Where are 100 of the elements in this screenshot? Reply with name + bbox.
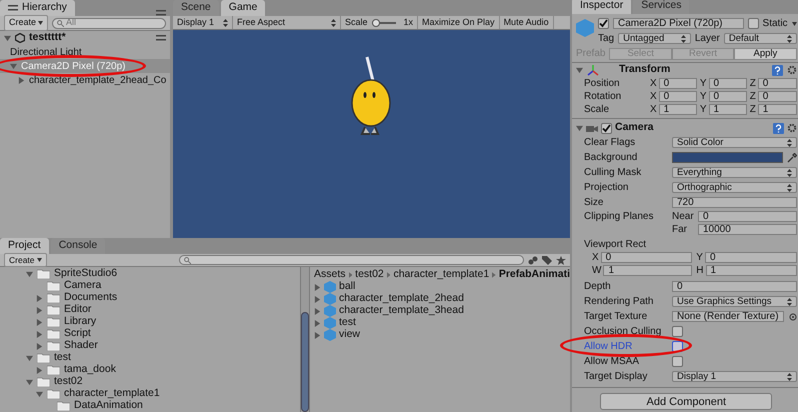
- expanded-arrow-icon[interactable]: [576, 66, 583, 74]
- scrollbar[interactable]: [300, 267, 310, 412]
- toolbar-toggle[interactable]: Mute Audio: [500, 16, 554, 30]
- scene-name[interactable]: testtttt*: [29, 30, 66, 46]
- value-field[interactable]: 0: [600, 252, 692, 263]
- property-label: Allow MSAA: [584, 355, 640, 369]
- property-label: Scale: [584, 103, 610, 117]
- value-field[interactable]: 10000: [698, 224, 797, 235]
- menu-icon[interactable]: [156, 35, 166, 41]
- folder-icon: [47, 365, 60, 375]
- cube-icon: [576, 19, 594, 37]
- aspect-dropdown[interactable]: Free Aspect: [233, 16, 341, 30]
- help-icon[interactable]: [772, 122, 784, 134]
- panel-tab[interactable]: Services: [633, 0, 690, 14]
- value-field[interactable]: 0: [672, 281, 797, 292]
- checkbox[interactable]: [598, 18, 609, 29]
- panel-tab[interactable]: Console: [50, 238, 106, 254]
- property-label: Allow HDR: [584, 340, 634, 354]
- property-label: Rotation: [584, 90, 622, 104]
- dropdown[interactable]: Use Graphics Settings: [672, 296, 797, 307]
- color-swatch[interactable]: [672, 152, 783, 163]
- folder-icon: [47, 329, 60, 339]
- breadcrumb-arrow-icon: [386, 272, 390, 278]
- axis-label: Y: [700, 103, 707, 117]
- panel-tab[interactable]: Game: [220, 0, 266, 16]
- value-field[interactable]: 0: [758, 91, 797, 102]
- value-field[interactable]: 720: [672, 197, 797, 208]
- menu-icon[interactable]: [156, 10, 166, 16]
- breadcrumb-link[interactable]: character_template1: [393, 267, 490, 282]
- value-field[interactable]: 0: [708, 78, 747, 89]
- camera-icon: [586, 124, 598, 132]
- dropdown[interactable]: Everything: [672, 167, 797, 178]
- transform-axes-icon: [587, 64, 599, 76]
- component-title[interactable]: Camera: [615, 120, 770, 136]
- folder-icon: [37, 269, 50, 279]
- property-label: Position: [584, 77, 621, 91]
- component-title[interactable]: Transform: [619, 62, 768, 78]
- value-field[interactable]: 0: [658, 91, 697, 102]
- value-field[interactable]: 1: [758, 104, 797, 115]
- value-field[interactable]: 1: [706, 265, 797, 276]
- panel-tab[interactable]: Scene: [173, 0, 219, 16]
- dropdown-arrows-icon: [786, 372, 792, 380]
- help-icon[interactable]: [772, 64, 783, 76]
- hierarchy-item[interactable]: character_template_2head_Co: [0, 73, 170, 87]
- expanded-arrow-icon[interactable]: [26, 354, 33, 362]
- property-label: Size: [584, 196, 604, 210]
- value-field[interactable]: 0: [704, 252, 797, 263]
- star-icon[interactable]: [556, 256, 566, 264]
- expanded-arrow-icon[interactable]: [26, 270, 33, 278]
- folder-icon: [47, 389, 60, 399]
- search-field[interactable]: [179, 255, 524, 265]
- property-label: Tag: [598, 32, 614, 46]
- value-field[interactable]: 0: [708, 91, 747, 102]
- dropdown[interactable]: Solid Color: [672, 137, 797, 148]
- panel-tab[interactable]: Hierarchy: [0, 0, 75, 16]
- display-dropdown[interactable]: Display 1: [173, 16, 233, 30]
- value-field[interactable]: 1: [603, 265, 692, 276]
- dropdown[interactable]: Display 1: [672, 371, 797, 382]
- checkbox[interactable]: [672, 326, 683, 337]
- menu-icon[interactable]: [8, 5, 18, 11]
- breadcrumb-link[interactable]: PrefabAnimati: [498, 267, 570, 282]
- value-field[interactable]: 0: [698, 211, 797, 222]
- dropdown-arrows-icon: [786, 34, 792, 42]
- axis-label: X: [592, 251, 599, 265]
- prefab-button[interactable]: Apply: [734, 48, 797, 60]
- checkbox[interactable]: [601, 122, 612, 134]
- add-component-button[interactable]: Add Component: [600, 393, 772, 410]
- scrollbar-thumb[interactable]: [301, 312, 309, 412]
- expanded-arrow-icon[interactable]: [4, 34, 11, 42]
- create-dropdown[interactable]: Create: [4, 252, 47, 268]
- value-field[interactable]: 0: [758, 78, 797, 89]
- target-icon[interactable]: [788, 312, 797, 320]
- checkmark-icon: [599, 19, 608, 28]
- axis-label: X: [650, 103, 657, 117]
- property-label: Viewport Rect: [584, 238, 648, 252]
- panel-tab[interactable]: Inspector: [572, 0, 632, 14]
- expanded-arrow-icon[interactable]: [10, 62, 17, 70]
- checkbox[interactable]: [672, 356, 683, 367]
- breadcrumb-link[interactable]: test02: [355, 267, 384, 282]
- value-field[interactable]: 0: [658, 78, 697, 89]
- eyedropper-icon[interactable]: [786, 152, 797, 162]
- toolbar-toggle[interactable]: Maximize On Play: [418, 16, 500, 30]
- collapsed-arrow-icon[interactable]: [18, 76, 25, 84]
- slider-thumb[interactable]: [372, 18, 380, 26]
- name-field[interactable]: Camera2D Pixel (720p): [613, 18, 744, 29]
- dropdown[interactable]: Orthographic: [672, 182, 797, 193]
- dropdown[interactable]: Untagged: [618, 33, 691, 44]
- value-field[interactable]: 1: [708, 104, 747, 115]
- expanded-arrow-icon[interactable]: [576, 124, 583, 132]
- object-field[interactable]: None (Render Texture): [672, 311, 784, 322]
- checkbox[interactable]: [748, 18, 759, 29]
- value-field[interactable]: 1: [658, 104, 697, 115]
- settings-icon[interactable]: [786, 123, 797, 133]
- settings-icon[interactable]: [786, 65, 797, 75]
- collapsed-arrow-icon[interactable]: [36, 366, 43, 374]
- dropdown[interactable]: Default: [724, 33, 797, 44]
- checkbox[interactable]: [672, 341, 683, 352]
- create-dropdown[interactable]: Create: [4, 15, 48, 31]
- panel-tab[interactable]: Project: [0, 238, 49, 254]
- caret-icon: [38, 21, 44, 25]
